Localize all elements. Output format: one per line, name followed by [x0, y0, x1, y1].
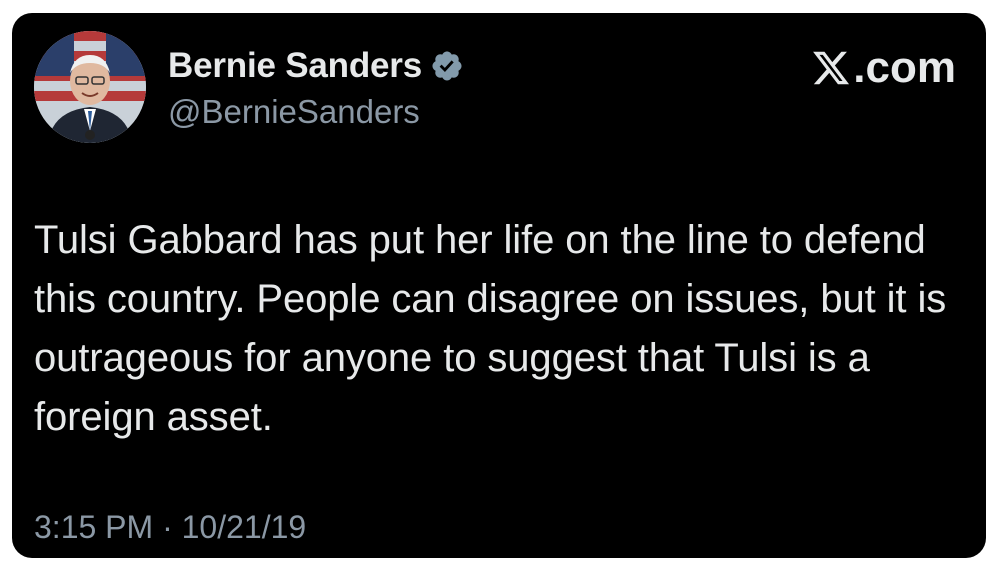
tweet-card: Bernie Sanders @BernieSanders .com Tulsi…: [12, 13, 986, 558]
tweet-timestamp[interactable]: 3:15 PM · 10/21/19: [34, 509, 306, 546]
avatar-image: [34, 31, 146, 143]
author-row: Bernie Sanders: [168, 45, 464, 87]
author-handle[interactable]: @BernieSanders: [168, 93, 420, 131]
x-logo-suffix: .com: [853, 43, 956, 92]
x-logo-icon: [813, 51, 850, 85]
tweet-text: Tulsi Gabbard has put her life on the li…: [34, 218, 947, 439]
profile-avatar[interactable]: [34, 31, 146, 143]
x-brand-logo[interactable]: .com: [811, 43, 956, 93]
verified-badge-icon: [430, 49, 464, 83]
author-display-name[interactable]: Bernie Sanders: [168, 46, 422, 86]
